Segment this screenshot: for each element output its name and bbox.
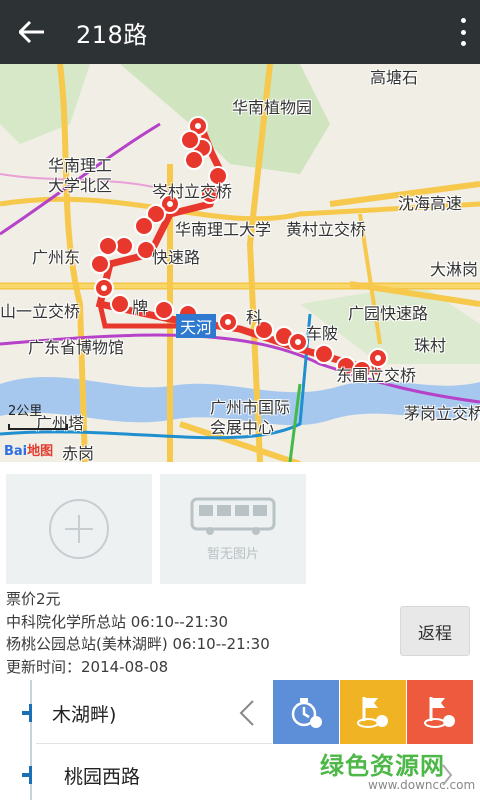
map-label: 高塘石 [370, 68, 419, 87]
map-label: 华南理工大学 [175, 220, 272, 239]
watermark-url: www.downcc.com [368, 778, 476, 792]
route-map[interactable]: 高塘石 华南植物园 华南理工 大学北区 岑村立交桥 华南理工大学 黄村立交桥 沈… [0, 64, 480, 462]
stop-marker-icon [22, 766, 38, 784]
map-label: 赤岗 [62, 444, 95, 462]
stop-item[interactable]: 桃园西路 [0, 750, 270, 800]
watermark-title: 绿色资源网 [320, 752, 445, 780]
photo-row: 暂无图片 [0, 462, 480, 586]
start-stop-icon [357, 697, 388, 728]
overflow-menu-button[interactable] [460, 18, 466, 46]
map-scale-bar [8, 424, 68, 430]
page-title: 218路 [76, 20, 148, 49]
map-label: 广州塔 [36, 414, 85, 433]
overflow-menu-icon [460, 18, 466, 23]
map-label: 广园快速路 [348, 304, 429, 323]
map-label: 车陂 [306, 324, 339, 343]
chevron-left-icon[interactable] [236, 698, 258, 728]
end-flag-icon [424, 697, 455, 728]
map-label: 岑村立交桥 [152, 182, 233, 201]
map-scale-label: 2公里 [8, 404, 43, 419]
map-label: 东圃立交桥 [336, 366, 417, 385]
chevron-right-icon[interactable] [440, 762, 454, 788]
fare-text: 票价2元 [6, 590, 61, 608]
map-label: 天河 [176, 314, 217, 338]
map-label: 广州东 [32, 248, 81, 267]
app-bar: 218路 [0, 0, 480, 64]
bus-icon [190, 497, 276, 535]
map-label: 华南植物园 [232, 98, 313, 117]
map-label: 牌 [132, 298, 149, 317]
update-time: 更新时间：2014-08-08 [6, 657, 169, 676]
stop-name: 桃园西路 [64, 766, 141, 788]
map-label: 广东省博物馆 [28, 338, 125, 357]
map-label: 快速路 [152, 248, 201, 267]
add-photo-button[interactable] [6, 474, 152, 584]
terminal-a-hours: 中科院化学所总站 06:10--21:30 [6, 612, 229, 631]
map-label: 茅岗立交桥 [404, 404, 480, 423]
map-label: 沈海高速 [398, 194, 463, 213]
map-label: 黄村立交桥 [286, 220, 367, 239]
set-end-button[interactable] [407, 680, 473, 744]
remind-button[interactable] [273, 680, 339, 744]
stop-name: 木湖畔) [52, 704, 117, 726]
terminal-b-hours: 杨桃公园总站(美林湖畔) 06:10--21:30 [6, 635, 270, 653]
set-start-button[interactable] [340, 680, 406, 744]
map-label: 珠村 [414, 336, 447, 355]
map-label: 大淋岗 [430, 260, 479, 279]
route-info: 票价2元 中科院化学所总站 06:10--21:30 杨桃公园总站(美林湖畔) … [6, 588, 386, 678]
return-trip-button[interactable]: 返程 [400, 606, 470, 656]
stopwatch-remind-icon [291, 698, 322, 728]
back-button[interactable] [0, 0, 64, 64]
no-image-caption: 暂无图片 [206, 546, 259, 562]
stop-item[interactable]: 木湖畔) [0, 688, 270, 738]
watermark: 绿色资源网 www.downcc.com [312, 744, 480, 800]
map-label: 广州市国际 会展中心 [210, 398, 291, 437]
baidu-map-logo: Bai地图 [4, 444, 54, 459]
divider [36, 743, 272, 744]
arrow-left-icon [19, 21, 44, 43]
stop-marker-icon [22, 704, 38, 722]
map-label: 华南理工 大学北区 [48, 156, 113, 195]
map-label: 山一立交桥 [0, 302, 81, 321]
map-label: 科 [246, 308, 263, 327]
add-photo-icon [49, 499, 109, 559]
no-image-placeholder: 暂无图片 [160, 474, 306, 584]
